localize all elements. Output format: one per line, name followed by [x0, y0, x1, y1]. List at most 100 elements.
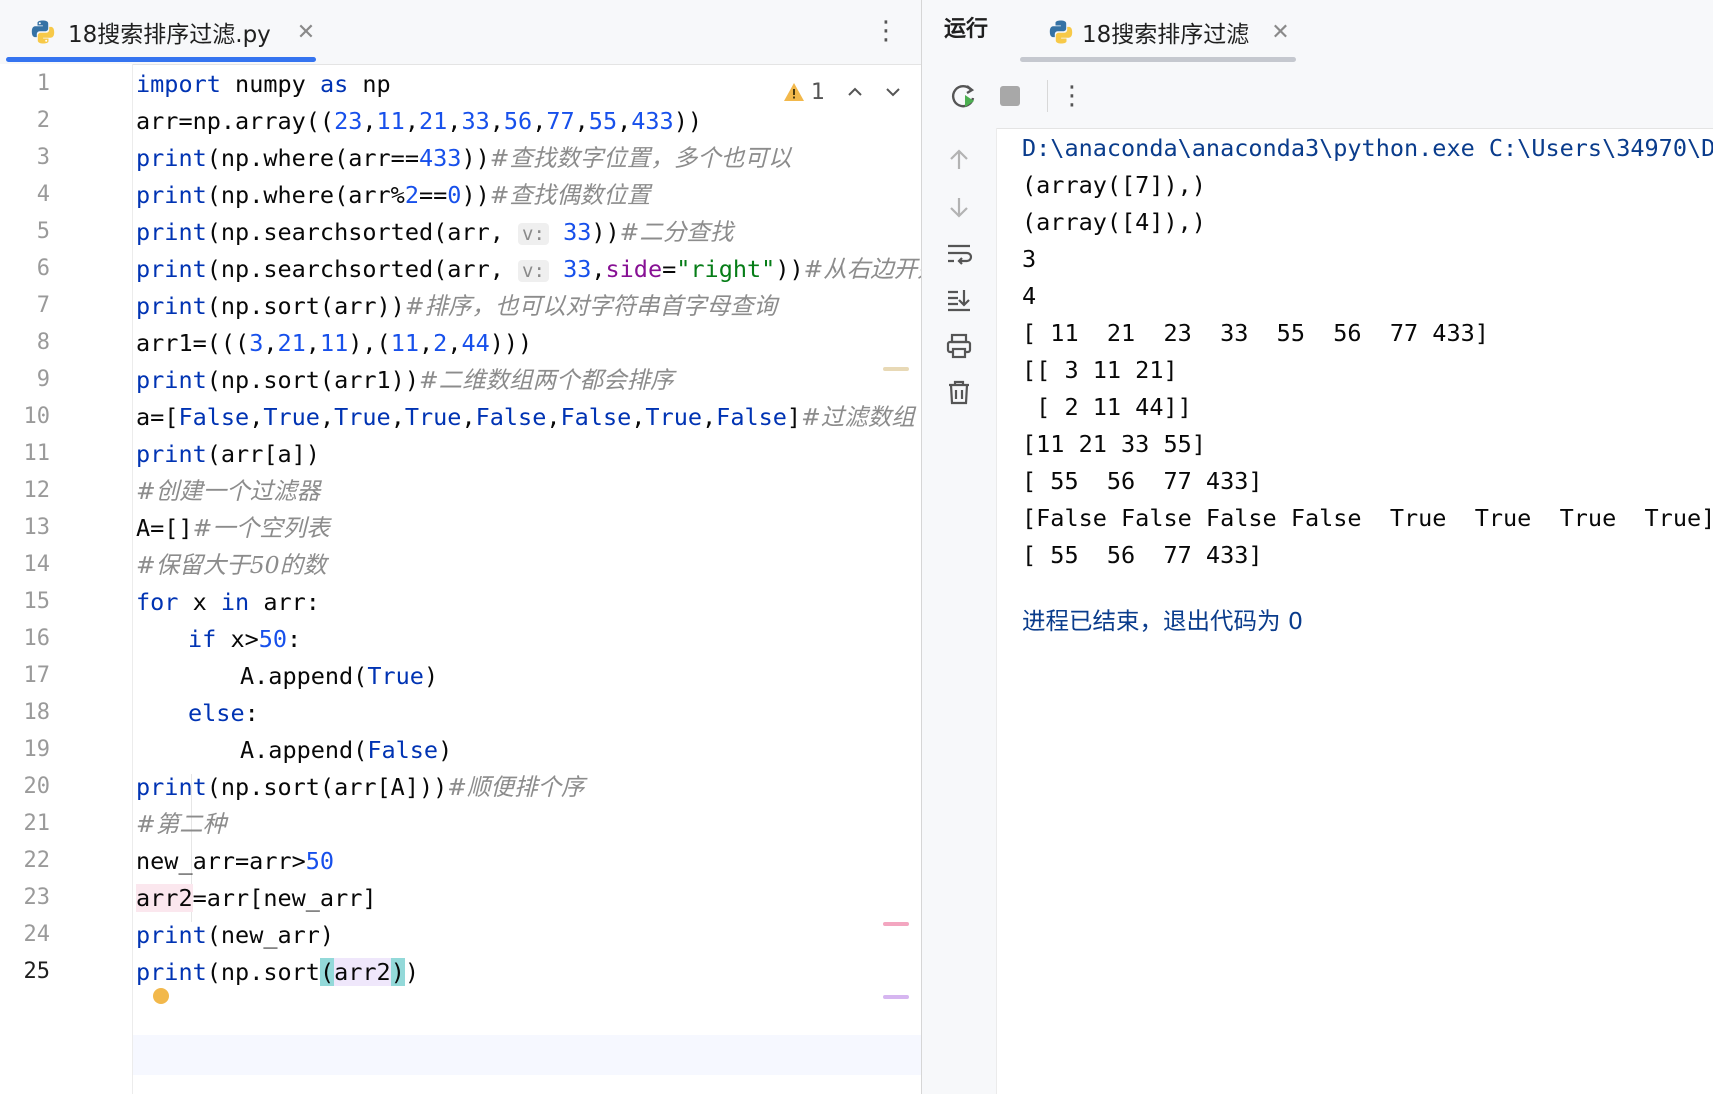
code-line-1: import numpy as np: [136, 70, 391, 98]
rerun-button[interactable]: [946, 78, 982, 114]
console-line: [ 55 56 77 433]: [1022, 541, 1263, 569]
more-options-icon[interactable]: ⋮: [873, 12, 899, 50]
line-number[interactable]: 21: [0, 804, 51, 844]
line-number[interactable]: 17: [0, 656, 51, 696]
editor-tab-label: 18搜索排序过滤.py: [68, 22, 271, 48]
line-number[interactable]: 6: [0, 249, 50, 289]
code-line-9: print(np.sort(arr1))#二维数组两个都会排序: [136, 366, 674, 394]
code-line-20: print(np.sort(arr[A]))#顺便排个序: [136, 773, 585, 801]
soft-wrap-icon: [948, 244, 973, 265]
run-tool-window: 运行 18搜索排序过滤 ✕ ⋮ D:\anaconda\anaconda3\py…: [922, 0, 1713, 1094]
console-line: 4: [1022, 282, 1037, 310]
scroll-down-button[interactable]: [941, 189, 977, 225]
code-line-21: #第二种: [136, 810, 227, 838]
line-number[interactable]: 18: [0, 693, 51, 733]
console-command-line: D:\anaconda\anaconda3\python.exe C:\User…: [1022, 134, 1713, 162]
scrollbar-marker[interactable]: [883, 367, 909, 371]
rerun-icon: [952, 85, 975, 108]
line-number[interactable]: 5: [0, 212, 50, 252]
line-number[interactable]: 8: [0, 323, 50, 363]
code-line-11: print(arr[a]): [136, 440, 320, 468]
code-line-18: else:: [188, 699, 259, 727]
line-number[interactable]: 15: [0, 582, 51, 622]
gutter-separator: [132, 64, 133, 1094]
scroll-to-end-icon: [948, 290, 970, 312]
run-header: 运行 18搜索排序过滤 ✕: [922, 0, 1713, 64]
code-line-22: new_arr=arr>50: [136, 847, 335, 875]
line-number[interactable]: 11: [0, 434, 51, 474]
line-number[interactable]: 24: [0, 915, 51, 955]
trash-icon: [949, 380, 969, 405]
console-line: [11 21 33 55]: [1022, 430, 1206, 458]
stop-icon: [1000, 86, 1020, 106]
print-icon: [946, 333, 972, 359]
code-area[interactable]: import numpy as np arr=np.array((23,11,2…: [136, 64, 921, 1094]
clear-console-button[interactable]: [941, 374, 977, 410]
code-line-10: a=[False,True,True,True,False,False,True…: [136, 403, 915, 431]
editor-tab-bar: 18搜索排序过滤.py ✕ ⋮: [0, 0, 921, 65]
line-number[interactable]: 7: [0, 286, 50, 326]
python-file-icon: [31, 20, 55, 44]
soft-wrap-button[interactable]: [941, 236, 977, 272]
line-number[interactable]: 3: [0, 138, 50, 178]
parameter-hint: v:: [518, 260, 549, 282]
scroll-to-end-button[interactable]: [941, 282, 977, 318]
code-line-23: arr2=arr[new_arr]: [136, 884, 377, 912]
console-line: (array([7]),): [1022, 171, 1206, 199]
code-line-19: A.append(False): [240, 736, 453, 764]
close-icon[interactable]: ✕: [1271, 20, 1289, 45]
console-side-toolbar: [922, 128, 997, 1094]
code-line-13: A=[]#一个空列表: [136, 514, 330, 542]
process-exit-message: 进程已结束，退出代码为 0: [1022, 607, 1303, 635]
line-number[interactable]: 13: [0, 508, 51, 548]
code-line-15: for x in arr:: [136, 588, 320, 616]
scroll-up-icon: [950, 149, 968, 169]
line-number[interactable]: 2: [0, 101, 50, 141]
code-line-12: #创建一个过滤器: [136, 477, 321, 505]
line-number[interactable]: 16: [0, 619, 51, 659]
line-number[interactable]: 19: [0, 730, 51, 770]
line-number[interactable]: 1: [0, 64, 50, 104]
run-config-tab[interactable]: 18搜索排序过滤 ✕: [1040, 0, 1320, 64]
code-line-5: print(np.searchsorted(arr, v: 33))#二分查找: [136, 218, 734, 246]
editor-pane: 18搜索排序过滤.py ✕ ⋮ 1 2 3 4 5 6 7 8 9 10 11 12 13 14 15 16 1…: [0, 0, 922, 1094]
scroll-down-icon: [950, 198, 968, 218]
code-line-2: arr=np.array((23,11,21,33,56,77,55,433)): [136, 107, 702, 135]
console-line: [ 55 56 77 433]: [1022, 467, 1263, 495]
code-line-3: print(np.where(arr==433))#查找数字位置，多个也可以: [136, 144, 792, 172]
active-tab-indicator: [6, 57, 316, 62]
console-output[interactable]: D:\anaconda\anaconda3\python.exe C:\User…: [1022, 128, 1713, 1094]
run-toolbar: ⋮: [922, 64, 1713, 129]
line-number[interactable]: 20: [0, 767, 51, 807]
code-line-14: #保留大于50的数: [136, 551, 327, 579]
editor-tab-file[interactable]: 18搜索排序过滤.py ✕: [0, 0, 318, 64]
line-number[interactable]: 25: [0, 952, 51, 992]
toolbar-separator: [1047, 80, 1048, 112]
console-line: [ 11 21 23 33 55 56 77 433]: [1022, 319, 1489, 347]
python-file-icon: [1049, 20, 1073, 44]
intention-bulb-icon[interactable]: [153, 988, 169, 1004]
print-button[interactable]: [941, 328, 977, 364]
line-number[interactable]: 23: [0, 878, 51, 918]
scroll-up-button[interactable]: [941, 142, 977, 178]
scrollbar-marker[interactable]: [883, 922, 909, 926]
run-tab-indicator: [1020, 57, 1296, 62]
stop-button[interactable]: [992, 78, 1028, 114]
line-number[interactable]: 14: [0, 545, 51, 585]
code-line-17: A.append(True): [240, 662, 439, 690]
line-number[interactable]: 9: [0, 360, 50, 400]
line-number[interactable]: 12: [0, 471, 51, 511]
console-line: (array([4]),): [1022, 208, 1206, 236]
code-line-25: print(np.sort(arr2)): [136, 958, 419, 986]
code-line-8: arr1=(((3,21,11),(11,2,44))): [136, 329, 533, 357]
more-options-icon[interactable]: ⋮: [1054, 78, 1090, 114]
parameter-hint: v:: [518, 223, 549, 245]
close-icon[interactable]: ✕: [297, 20, 315, 45]
console-line: 3: [1022, 245, 1037, 273]
line-number[interactable]: 22: [0, 841, 51, 881]
line-number[interactable]: 4: [0, 175, 50, 215]
code-line-16: if x>50:: [188, 625, 302, 653]
code-line-4: print(np.where(arr%2==0))#查找偶数位置: [136, 181, 651, 209]
scrollbar-marker[interactable]: [883, 995, 909, 999]
line-number[interactable]: 10: [0, 397, 51, 437]
